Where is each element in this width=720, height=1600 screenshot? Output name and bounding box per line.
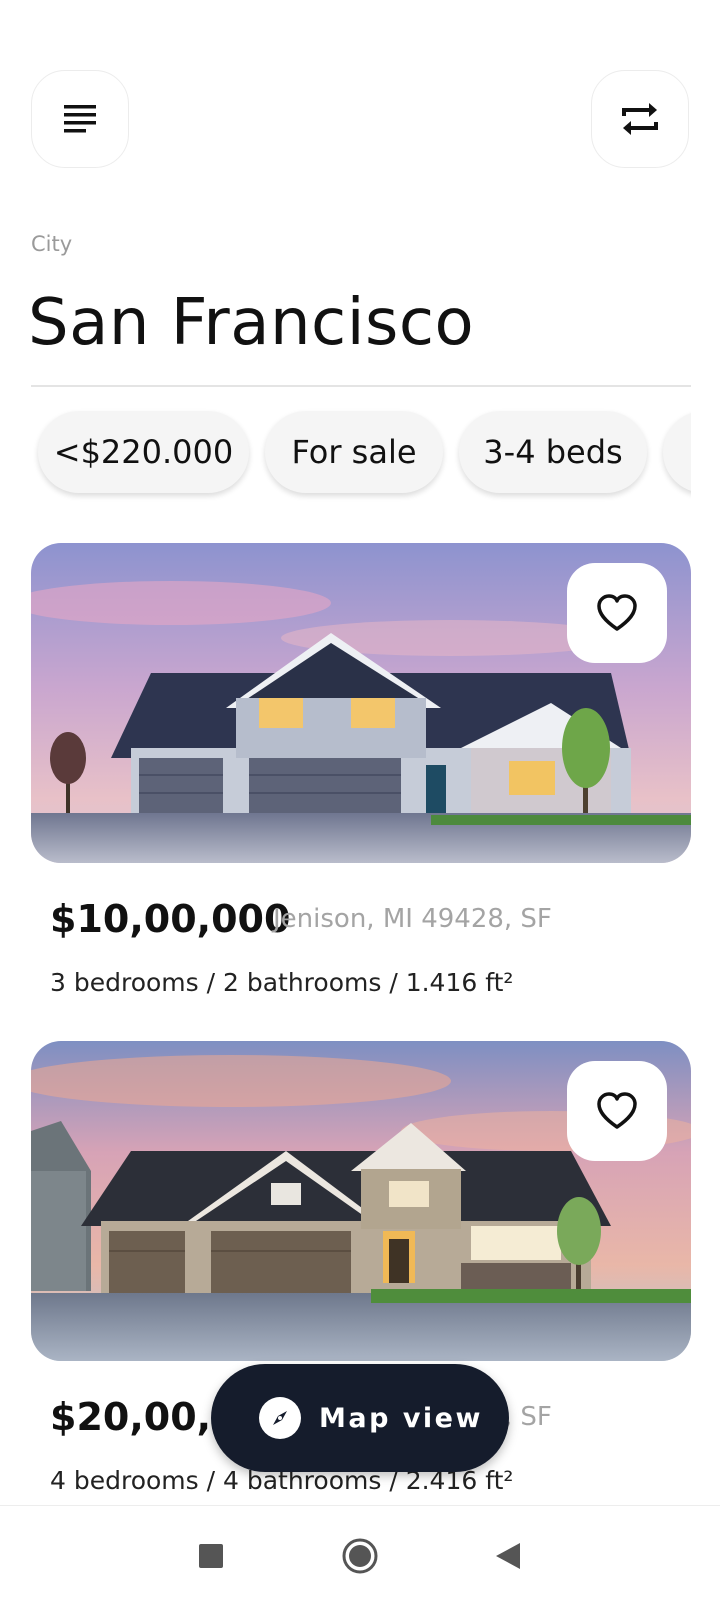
home-button[interactable] — [340, 1536, 380, 1576]
triangle-back-icon — [496, 1543, 520, 1569]
swap-button[interactable] — [591, 70, 689, 168]
filter-chip-status[interactable]: For sale — [265, 411, 443, 493]
filter-chips: <$220.000 For sale 3-4 beds — [31, 408, 691, 508]
recents-button[interactable] — [191, 1536, 231, 1576]
menu-icon — [64, 105, 96, 133]
filter-chip-more[interactable] — [663, 411, 691, 493]
circle-icon — [342, 1538, 378, 1574]
filter-chip-beds[interactable]: 3-4 beds — [459, 411, 647, 493]
favorite-button[interactable] — [567, 1061, 667, 1161]
map-view-button[interactable]: Map view — [211, 1364, 509, 1472]
map-view-label: Map view — [319, 1402, 483, 1434]
filter-chip-price[interactable]: <$220.000 — [38, 411, 249, 493]
favorite-button[interactable] — [567, 563, 667, 663]
system-nav-bar — [0, 1505, 720, 1600]
menu-button[interactable] — [31, 70, 129, 168]
city-label: City — [31, 232, 73, 256]
heart-outline-icon — [597, 594, 637, 631]
city-name[interactable]: San Francisco — [28, 286, 474, 360]
heart-outline-icon — [597, 1092, 637, 1129]
square-icon — [199, 1544, 223, 1568]
back-button[interactable] — [488, 1536, 528, 1576]
divider — [31, 385, 691, 387]
listing-price: $10,00,000 — [50, 897, 291, 941]
listing-address: Jenison, MI 49428, SF — [273, 904, 552, 934]
compass-icon — [259, 1397, 301, 1439]
repeat-icon — [622, 103, 658, 135]
listing-specs: 3 bedrooms / 2 bathrooms / 1.416 ft² — [50, 968, 514, 997]
